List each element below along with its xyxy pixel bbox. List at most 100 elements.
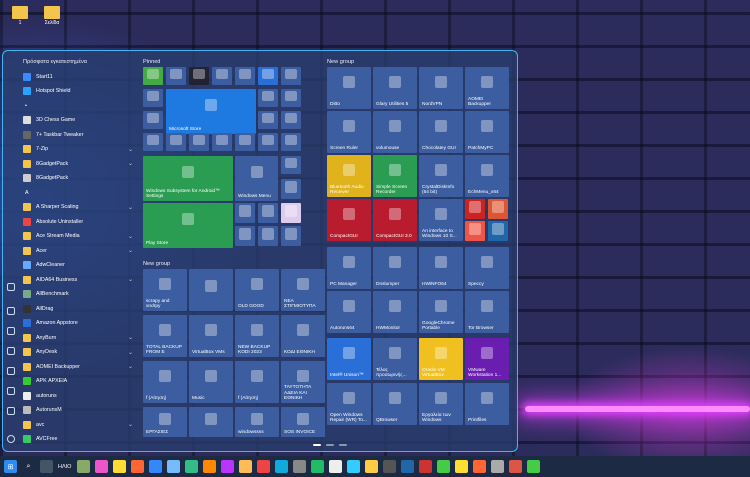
tile-app[interactable]: [235, 67, 255, 85]
tile-nordvpn[interactable]: NordVPN: [419, 67, 463, 109]
tile-nea[interactable]: NEA ΣΤΙΓΜΙΟΤΥΠΑ: [281, 269, 325, 311]
list-item[interactable]: AnyBurn ⌄: [23, 331, 135, 346]
tile-hwmonitor[interactable]: HWMonitor: [373, 291, 417, 333]
tile-app[interactable]: [488, 199, 508, 219]
tile-interface[interactable]: An interface to Windows 10 S...: [419, 199, 463, 241]
app-icon[interactable]: [275, 460, 289, 473]
tile-compactgui[interactable]: CompactGUI: [327, 199, 371, 241]
app-icon[interactable]: [347, 460, 361, 473]
tile-app[interactable]: [143, 89, 163, 107]
tile-app[interactable]: [143, 133, 163, 151]
tile-app[interactable]: [212, 133, 232, 151]
tile-app[interactable]: [258, 203, 278, 223]
tile-app[interactable]: [235, 226, 255, 246]
list-item[interactable]: AnyDesk ⌄: [23, 345, 135, 360]
app-icon[interactable]: [401, 460, 415, 473]
app-icon[interactable]: [239, 460, 253, 473]
list-item[interactable]: Absolute Uninstaller: [23, 215, 135, 230]
app-icon[interactable]: [203, 460, 217, 473]
app-icon[interactable]: [491, 460, 505, 473]
user-icon[interactable]: [7, 283, 15, 291]
list-item[interactable]: Hotspot Shield: [23, 84, 135, 99]
list-item[interactable]: 3D Chess Game: [23, 113, 135, 128]
tile-vbvms[interactable]: VirtualBox VMs: [189, 315, 233, 357]
tile-aomei[interactable]: AOMEI Backupper: [465, 67, 509, 109]
list-item[interactable]: 7-Zip ⌄: [23, 142, 135, 157]
tile-taytotita[interactable]: ΤΑΥΤΟΤΗΤΑ ΑΔΕΙΑ ΚΑΙ ΕΘΝΙΚΗ: [281, 361, 325, 403]
tile-pcmanager[interactable]: PC Manager: [327, 247, 371, 289]
app-icon[interactable]: [113, 460, 127, 473]
tile-unison[interactable]: Intel® Unison™: [327, 338, 371, 380]
tile-music[interactable]: Music: [189, 361, 233, 403]
tile-glary[interactable]: Glary Utilities 5: [373, 67, 417, 109]
tile-app[interactable]: [258, 133, 278, 151]
tile-app[interactable]: [465, 199, 485, 219]
tile-aitisi2[interactable]: f (Αίτηση): [235, 361, 279, 403]
search-icon[interactable]: ⌕: [22, 460, 35, 473]
tile-chrome[interactable]: GoogleChrome Portable: [419, 291, 463, 333]
tile-app[interactable]: [281, 226, 301, 246]
tile-app[interactable]: [281, 67, 301, 85]
tile-old[interactable]: OLD GOOD: [235, 269, 279, 311]
list-item[interactable]: AOMEI Backupper ⌄: [23, 360, 135, 375]
tile-win[interactable]: windowssss: [235, 407, 279, 437]
app-icon[interactable]: [455, 460, 469, 473]
tile-app[interactable]: [281, 89, 301, 107]
taskview-icon[interactable]: [40, 460, 53, 473]
tile-newbackup[interactable]: NEW BACKUP KODI 2023: [235, 315, 279, 357]
tile-app[interactable]: [465, 221, 485, 241]
tile-openwindows[interactable]: Open Windows Repair (WR) To...: [327, 383, 371, 425]
tile-windows-menu[interactable]: Windows Menu: [235, 156, 278, 201]
tile-app[interactable]: [143, 111, 163, 129]
app-icon[interactable]: [527, 460, 541, 473]
windows-start-icon[interactable]: ⊞: [4, 460, 17, 473]
tile-app[interactable]: [488, 221, 508, 241]
list-item[interactable]: Acer ⌄: [23, 244, 135, 259]
tile-app[interactable]: [212, 67, 232, 85]
list-item[interactable]: avc ⌄: [23, 418, 135, 433]
tile-app[interactable]: [143, 67, 163, 85]
tile-app[interactable]: [258, 67, 278, 85]
tile-speccy[interactable]: Speccy: [465, 247, 509, 289]
desktop-icon[interactable]: Σελίδα: [32, 6, 72, 26]
list-item[interactable]: Amazon Appstore: [23, 316, 135, 331]
tile-aitisi[interactable]: f (Αίτηση): [143, 361, 187, 403]
firefox-icon[interactable]: [473, 460, 487, 473]
app-icon[interactable]: [167, 460, 181, 473]
app-icon[interactable]: [95, 460, 109, 473]
tile-app[interactable]: [166, 67, 186, 85]
list-item[interactable]: AdwCleaner: [23, 258, 135, 273]
app-icon[interactable]: [149, 460, 163, 473]
music-icon[interactable]: [7, 367, 15, 375]
tile-oracle[interactable]: Oracle VM VirtualBox: [419, 338, 463, 380]
app-icon[interactable]: [311, 460, 325, 473]
tile-app[interactable]: [189, 67, 209, 85]
network-icon[interactable]: [7, 387, 15, 395]
list-item[interactable]: 8GadgetPack: [23, 171, 135, 186]
tile-total[interactable]: TOTAL BACKUP FROM E: [143, 315, 187, 357]
tile-compactgui3[interactable]: CompactGUI 3.0: [373, 199, 417, 241]
list-item[interactable]: AVCFree: [23, 432, 135, 447]
tile-app[interactable]: [189, 133, 209, 151]
app-icon[interactable]: [257, 460, 271, 473]
list-item[interactable]: AutorunsM: [23, 403, 135, 418]
app-icon[interactable]: [419, 460, 433, 473]
app-icon[interactable]: [437, 460, 451, 473]
tile-app[interactable]: [258, 226, 278, 246]
tile-app[interactable]: [258, 111, 278, 129]
tile-app[interactable]: [281, 203, 301, 223]
list-item[interactable]: 7+ Taskbar Tweaker: [23, 128, 135, 143]
tile-scrap[interactable]: scrapy and xndrpy: [143, 269, 187, 311]
tile-patchmypc[interactable]: PatchMyPC: [465, 111, 509, 153]
tile-dnslumper[interactable]: Dnslumper: [373, 247, 417, 289]
tile-app[interactable]: [281, 111, 301, 129]
tile-ms-store[interactable]: Microsoft Store: [166, 89, 256, 134]
app-icon[interactable]: [329, 460, 343, 473]
tile-app[interactable]: [235, 203, 255, 223]
tile-invoice[interactable]: SOS INVOICE: [281, 407, 325, 437]
tile-echomo[interactable]: EchMenu_x64: [465, 155, 509, 197]
tile-tor[interactable]: Tor Browser: [465, 291, 509, 333]
list-item[interactable]: Ace Stream Media ⌄: [23, 229, 135, 244]
list-item[interactable]: AIDA64 Business ⌄: [23, 273, 135, 288]
tile-vmware[interactable]: VMware Workstation 1...: [465, 338, 509, 380]
